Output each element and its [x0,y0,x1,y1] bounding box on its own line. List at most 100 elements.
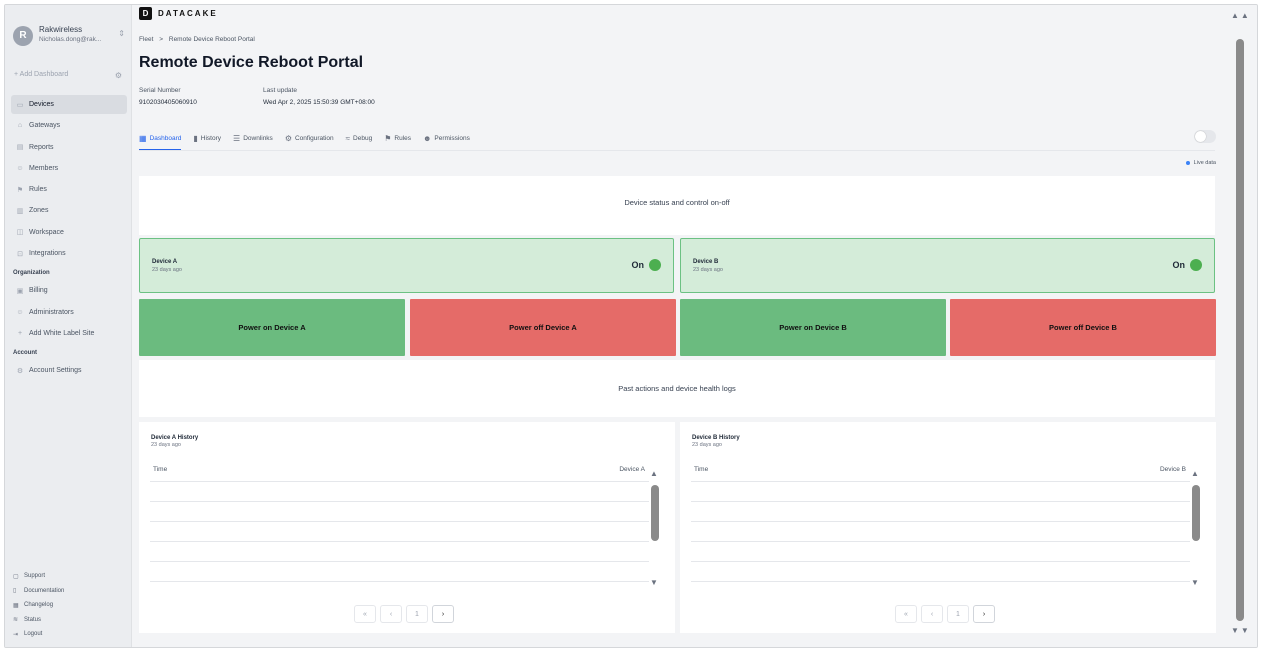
sidebar-item-reports[interactable]: ▤ Reports [11,138,127,157]
sidebar-item-label: Members [29,164,59,172]
users-icon: ☻ [423,134,432,143]
column-header-device: Device B [1159,466,1186,473]
sidebar-item-zones[interactable]: ▥ Zones [11,201,127,220]
tab-label: Permissions [434,135,470,142]
prev-page-icon[interactable]: ‹ [380,605,402,623]
sidebar-item-label: Rules [29,186,47,194]
section-title: Device status and control on-off [624,198,730,207]
account-email: Nicholas.dong@rak... [39,36,102,43]
power-on-device-a-button[interactable]: Power on Device A [139,299,405,356]
next-page-icon[interactable]: › [432,605,454,623]
page-number[interactable]: 1 [406,605,428,623]
section-title: Past actions and device health logs [618,384,736,393]
tab-configuration[interactable]: ⚙ Configuration [285,127,334,150]
brand-logo[interactable]: D DATACAKE [139,7,218,20]
tab-history[interactable]: ▮ History [193,127,221,150]
device-ago: 23 days ago [693,267,723,273]
sidebar-item-devices[interactable]: ▭ Devices [11,95,127,114]
section-header-status: Device status and control on-off [139,176,1215,235]
status-indicator: On [1173,259,1202,271]
add-dashboard-label: Add Dashboard [19,71,69,78]
datacake-logo-icon: D [139,7,152,20]
documentation-link[interactable]: ▯ Documentation [13,584,64,599]
last-update-label: Last update [263,87,297,94]
scroll-up-icon[interactable]: ▲▲ [1231,11,1251,20]
status-indicator: On [631,259,661,271]
scroll-down-icon[interactable]: ▼ [650,578,658,587]
bar-chart-icon: ▮ [193,134,198,143]
sidebar-item-workspace[interactable]: ◫ Workspace [11,223,127,242]
table-row [150,481,649,482]
book-icon: ▯ [13,588,17,595]
device-a-status: Device A 23 days ago On [139,238,674,293]
device-name: Device A [152,259,178,265]
sliders-icon: ☰ [233,134,241,143]
footer-label: Status [24,616,42,623]
serial-value: 9102030405060910 [139,99,197,106]
chat-icon: ▢ [13,573,19,580]
scroll-down-icon[interactable]: ▼ [1191,578,1199,587]
tab-label: Dashboard [149,134,182,142]
tab-label: Configuration [294,135,334,142]
serial-number: Serial Number 9102030405060910 [139,87,197,106]
table-row [150,541,649,542]
gear-icon[interactable]: ⚙ [115,71,122,80]
sidebar-item-members[interactable]: ☺ Members [11,159,127,178]
page-scrollbar[interactable]: ▲▲ ▼▼ [1223,5,1257,647]
tab-debug[interactable]: ≈ Debug [346,127,373,150]
live-data-label: Live data [1193,160,1216,166]
status-dot-icon [649,259,661,271]
column-header-time: Time [153,466,168,473]
power-off-device-b-button[interactable]: Power off Device B [950,299,1216,356]
scrollbar-thumb[interactable] [1236,39,1244,621]
status-link[interactable]: ≋ Status [13,613,64,628]
first-page-icon[interactable]: « [354,605,376,623]
sidebar-item-account-settings[interactable]: ⚙ Account Settings [11,361,127,380]
plus-icon: + [17,329,23,337]
first-page-icon[interactable]: « [895,605,917,623]
footer-label: Documentation [24,587,65,594]
devices-icon: ▭ [16,101,24,109]
sidebar-item-administrators[interactable]: ☺ Administrators [11,303,127,322]
status-dot-icon [1190,259,1202,271]
status-text: On [631,260,645,270]
table-scrollbar[interactable] [1192,485,1200,541]
page-number[interactable]: 1 [947,605,969,623]
gear-icon: ⚙ [16,367,24,375]
sidebar-item-label: Gateways [29,122,61,130]
history-title: Device A History [151,435,199,441]
next-page-icon[interactable]: › [973,605,995,623]
account-switcher[interactable]: R Rakwireless Nicholas.dong@rak... ⇕ [13,23,125,49]
rules-icon: ⚑ [16,186,24,194]
scroll-up-icon[interactable]: ▲ [650,469,658,478]
support-link[interactable]: ▢ Support [13,569,64,584]
table-scrollbar[interactable] [651,485,659,541]
sidebar-item-billing[interactable]: ▣ Billing [11,281,127,300]
sidebar-item-gateways[interactable]: ⌂ Gateways [11,116,127,135]
tab-rules[interactable]: ⚑ Rules [384,127,411,150]
tab-dashboard[interactable]: ▦ Dashboard [139,127,182,150]
signal-icon: ≈ [345,134,351,143]
tab-permissions[interactable]: ☻ Permissions [423,127,470,150]
add-dashboard-button[interactable]: + Add Dashboard ⚙ [14,71,122,80]
section-heading-organization: Organization [13,270,50,277]
report-icon: ▤ [16,144,24,152]
scroll-down-icon[interactable]: ▼▼ [1231,626,1251,635]
logout-link[interactable]: ⇥ Logout [13,627,64,642]
sidebar-item-rules[interactable]: ⚑ Rules [11,180,127,199]
device-b-history: Device B History 23 days ago Time Device… [680,422,1216,633]
breadcrumb-fleet[interactable]: Fleet [139,36,153,43]
power-off-device-a-button[interactable]: Power off Device A [410,299,676,356]
sidebar-item-label: Add White Label Site [29,329,95,337]
sidebar-item-integrations[interactable]: ⊡ Integrations [11,244,127,263]
sidebar-nav: ▭ Devices ⌂ Gateways ▤ Reports ☺ Members ⚑ Ru… [11,95,127,383]
tab-downlinks[interactable]: ☰ Downlinks [233,127,273,150]
changelog-link[interactable]: ▦ Changelog [13,598,64,613]
sidebar-item-add-white-label[interactable]: + Add White Label Site [11,324,127,343]
edit-mode-toggle[interactable] [1194,130,1216,143]
power-on-device-b-button[interactable]: Power on Device B [680,299,946,356]
prev-page-icon[interactable]: ‹ [921,605,943,623]
dashboard-icon: ▦ [139,133,147,143]
device-ago: 23 days ago [152,267,182,273]
scroll-up-icon[interactable]: ▲ [1191,469,1199,478]
